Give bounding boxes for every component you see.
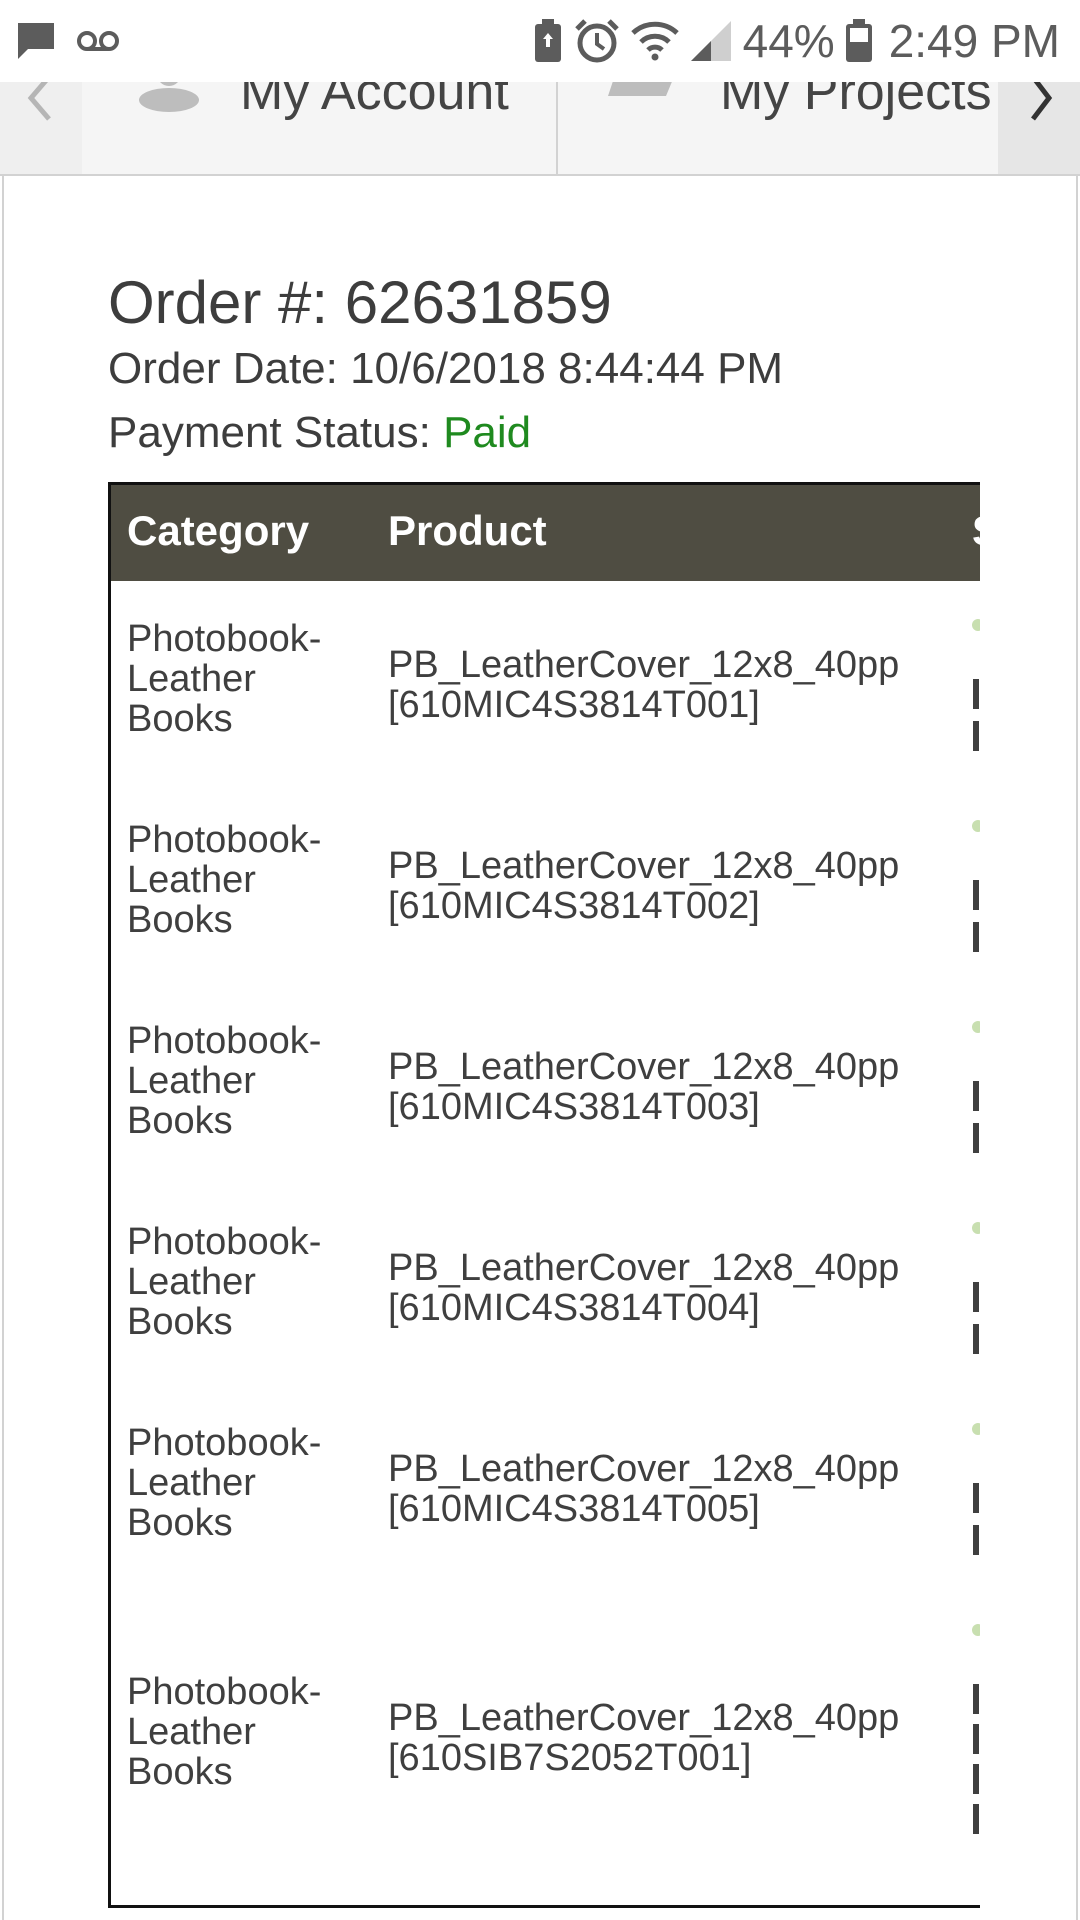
category-cell: Photobook-Leather Books (127, 618, 322, 740)
clipped-text-mark (973, 721, 979, 751)
account-icon (139, 82, 199, 112)
product-cell: PB_LeatherCover_12x8_40pp [610SIB7S2052T… (388, 1697, 900, 1779)
product-cell: PB_LeatherCover_12x8_40pp [610MIC4S3814T… (388, 1448, 900, 1530)
clock: 2:49 PM (888, 15, 1060, 67)
status-dot-icon (972, 619, 980, 631)
battery-percent: 44% (742, 15, 835, 67)
clipped-text-mark (973, 1724, 979, 1754)
order-items-table[interactable]: Category Product S Photobook-Leather Boo… (108, 482, 980, 1908)
payment-status: Payment Status: Paid (108, 408, 531, 458)
wifi-icon (630, 21, 679, 61)
column-header-clipped: S (972, 507, 980, 555)
order-number: Order #: 62631859 (108, 269, 612, 336)
status-dot-icon (972, 1624, 980, 1636)
category-cell: Photobook-Leather Books (127, 819, 322, 941)
clipped-text-mark (973, 1804, 979, 1834)
battery-icon (845, 19, 872, 62)
table-row: Photobook-Leather Books PB_LeatherCover_… (111, 1586, 980, 1848)
product-cell: PB_LeatherCover_12x8_40pp [610MIC4S3814T… (388, 845, 900, 927)
status-dot-icon (972, 1021, 980, 1033)
table-row: Photobook-Leather Books PB_LeatherCover_… (111, 581, 980, 782)
voicemail-icon (77, 31, 119, 51)
chevron-right-icon (1031, 82, 1053, 121)
clipped-text-mark (973, 1684, 979, 1714)
tab-my-account[interactable]: My Account (82, 82, 558, 174)
clipped-text-mark (973, 1525, 979, 1555)
order-detail: Order #: 62631859 Order Date: 10/6/2018 … (2, 176, 1078, 1920)
table-row: Photobook-Leather Books PB_LeatherCover_… (111, 983, 980, 1184)
clipped-text-mark (973, 679, 979, 709)
scroll-left-button[interactable] (0, 82, 82, 174)
table-row: Photobook-Leather Books PB_LeatherCover_… (111, 782, 980, 983)
message-icon (18, 23, 54, 59)
clipped-text-mark (973, 1324, 979, 1354)
table-row: Photobook-Leather Books PB_LeatherCover_… (111, 1385, 980, 1586)
status-dot-icon (972, 1423, 980, 1435)
clipped-text-mark (973, 1764, 979, 1794)
payment-status-value: Paid (443, 408, 532, 457)
payment-status-label: Payment Status: (108, 408, 444, 457)
status-dot-icon (972, 1222, 980, 1234)
clipped-text-mark (973, 1282, 979, 1312)
chevron-left-icon (27, 82, 51, 121)
tab-my-projects[interactable]: My Projects (558, 82, 998, 174)
clipped-text-mark (973, 1123, 979, 1153)
category-cell: Photobook-Leather Books (127, 1422, 322, 1544)
table-row: Photobook-Leather Books PB_LeatherCover_… (111, 1184, 980, 1385)
column-header-category: Category (127, 507, 310, 554)
column-header-product: Product (388, 507, 547, 554)
category-cell: Photobook-Leather Books (127, 1671, 322, 1793)
tab-my-projects-label: My Projects (720, 82, 992, 121)
folder-icon (608, 82, 672, 96)
clipped-text-mark (973, 1483, 979, 1513)
table-header: Category Product S (111, 485, 980, 581)
signal-icon (690, 21, 731, 61)
battery-saver-icon (534, 19, 561, 62)
order-date: Order Date: 10/6/2018 8:44:44 PM (108, 344, 784, 393)
product-cell: PB_LeatherCover_12x8_40pp [610MIC4S3814T… (388, 644, 900, 726)
status-dot-icon (972, 820, 980, 832)
product-cell: PB_LeatherCover_12x8_40pp [610MIC4S3814T… (388, 1247, 900, 1329)
clipped-text-mark (973, 1081, 979, 1111)
category-cell: Photobook-Leather Books (127, 1221, 322, 1343)
scroll-right-button[interactable] (998, 82, 1080, 174)
category-cell: Photobook-Leather Books (127, 1020, 322, 1142)
clipped-text-mark (973, 880, 979, 910)
product-cell: PB_LeatherCover_12x8_40pp [610MIC4S3814T… (388, 1046, 900, 1128)
status-bar: 44% 2:49 PM (0, 0, 1080, 82)
nav-tabs: My Account My Projects (0, 82, 1080, 176)
alarm-icon (574, 19, 619, 63)
clipped-text-mark (973, 922, 979, 952)
tab-my-account-label: My Account (240, 82, 509, 121)
